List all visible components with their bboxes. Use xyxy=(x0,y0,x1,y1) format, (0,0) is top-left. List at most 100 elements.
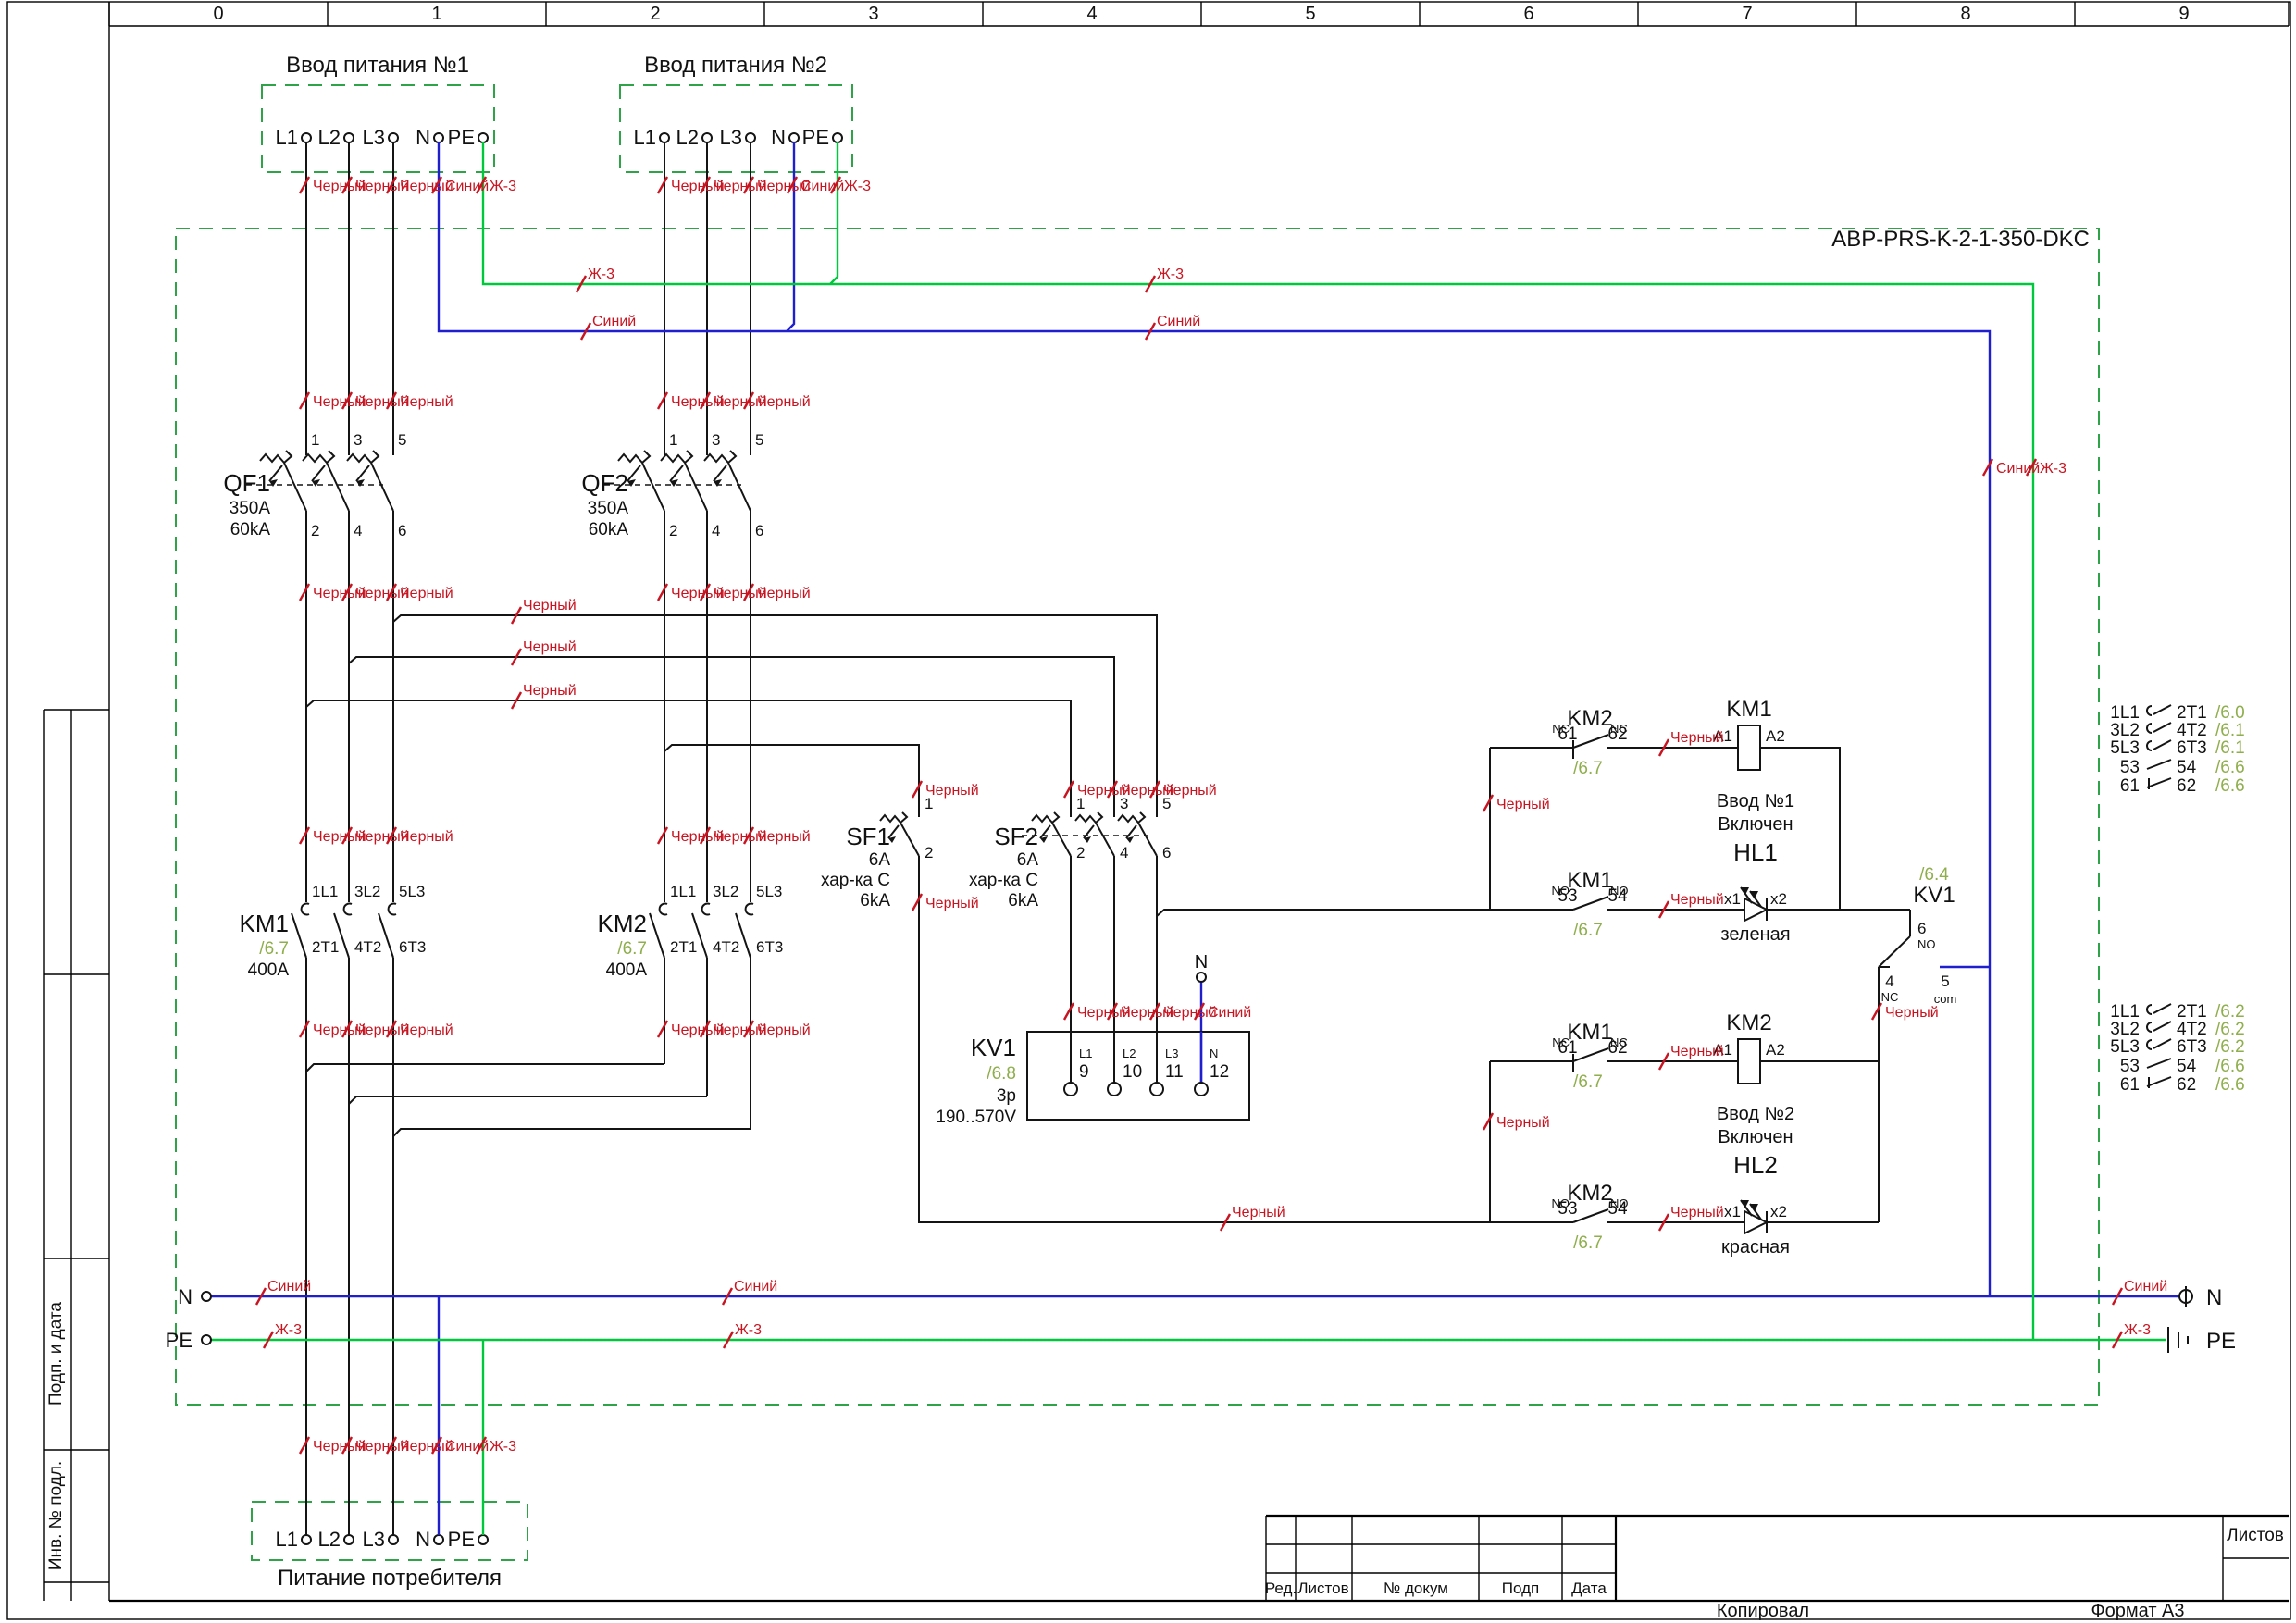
terminal-label: L2 xyxy=(318,1528,341,1551)
relay-contact-name: KV1 xyxy=(1913,883,1955,908)
wire-color-label: Черный xyxy=(1670,1044,1724,1059)
sf2-icu: 6kA xyxy=(1008,891,1038,911)
ruler-number: 9 xyxy=(2178,4,2189,24)
sf1-curve: хар-ка C xyxy=(821,871,890,890)
wire-color-label: Черный xyxy=(1496,797,1550,812)
sf2-curve: хар-ка C xyxy=(969,871,1038,890)
km1-ref: /6.7 xyxy=(259,939,289,959)
kv1-range: 190..570V xyxy=(936,1108,1016,1127)
xref-contact-icon xyxy=(2146,704,2172,716)
wire-mark-slash xyxy=(656,1020,669,1038)
wire-mark-slash xyxy=(656,391,669,410)
xref-right-pin: 62 xyxy=(2177,1075,2196,1095)
wire-color-label: Черный xyxy=(757,394,811,410)
input-block-1: Ввод питания №1 L1 L2 L3 N PE xyxy=(261,53,495,173)
km1-rating: 400A xyxy=(248,960,290,980)
pin: 3L2 xyxy=(354,883,380,900)
xref-sheet-ref: /6.2 xyxy=(2215,1037,2245,1057)
format-label: Формат А3 xyxy=(2091,1601,2184,1621)
ctrl-branch-c: KM1 NC NC 61 62 /6.7 KM2 A1 A2 xyxy=(1552,1010,1785,1092)
wire-color-label: Ж-3 xyxy=(2124,1322,2151,1338)
ruler-number: 0 xyxy=(213,4,223,24)
pin: 62 xyxy=(1607,725,1627,744)
wire-mark-slash xyxy=(656,583,669,601)
wire-color-label: Ж-3 xyxy=(588,266,614,282)
wire-color-label: Ж-3 xyxy=(275,1322,302,1338)
pin: 53 xyxy=(1558,1199,1577,1219)
ground-icon xyxy=(2167,1327,2189,1353)
coil-name: KM1 xyxy=(1726,697,1771,722)
contactor-km1-power: KM1 /6.7 400A 1L1 3L2 5L3 2T1 4T2 6T3 xyxy=(240,883,427,980)
pin: 5 xyxy=(398,431,406,449)
wire-color-label: Ж-3 xyxy=(2040,461,2066,477)
wire-color-label: Черный xyxy=(400,1022,453,1038)
bus-n-left: N xyxy=(178,1285,192,1308)
xref-contact-icon xyxy=(2146,1003,2172,1015)
wire-color-label: Синий xyxy=(267,1279,311,1295)
wire-color-label: Черный xyxy=(523,683,577,699)
xref-sheet-ref: /6.2 xyxy=(2215,1002,2245,1022)
xref-contact-icon xyxy=(2146,722,2172,734)
wire-color-label: Черный xyxy=(1232,1205,1285,1220)
sf2-rating: 6A xyxy=(1017,850,1039,870)
pin: 9 xyxy=(1079,1062,1089,1082)
xref-sheet-ref: /6.2 xyxy=(2215,1020,2245,1039)
pin: 11 xyxy=(1165,1062,1184,1082)
contact-kind: NC xyxy=(1881,990,1899,1004)
lamp-caption: Включен xyxy=(1718,814,1793,835)
wire-color-label: Синий xyxy=(592,314,636,329)
wire-mark-slash xyxy=(1062,1002,1075,1021)
qf2-icu: 60kA xyxy=(589,520,629,539)
coil-name: KM2 xyxy=(1726,1010,1771,1035)
pin: 1 xyxy=(669,431,677,449)
xref-contact-icon xyxy=(2146,1021,2172,1033)
qf2-rating: 350A xyxy=(588,499,629,518)
n-node-label: N xyxy=(1195,952,1208,973)
wire-color-label: Ж-3 xyxy=(490,1439,516,1455)
kv1-poles: 3p xyxy=(997,1086,1016,1106)
pin: x1 xyxy=(1724,890,1741,908)
wire-mark-slash xyxy=(298,176,311,194)
xref-contact-icon xyxy=(2146,1076,2172,1088)
contact-cross-references: 1L1 2T1/6.0 3L2 4T2/6.1 5L3 6T3/6.1 53 54/6.6 61… xyxy=(2110,703,2244,1095)
xref-left-pin: 53 xyxy=(2120,1057,2140,1076)
xref-contact-icon xyxy=(2146,739,2172,751)
pin: A2 xyxy=(1766,1041,1785,1059)
xref-contact-icon xyxy=(2146,1058,2172,1069)
wire-mark-slash xyxy=(1482,794,1495,812)
pin: 61 xyxy=(1558,1038,1577,1058)
ruler-strip: 0 1 2 3 4 5 6 7 8 9 xyxy=(108,2,2290,26)
terminal-label: L2 xyxy=(318,126,341,149)
ruler-number: 1 xyxy=(431,4,441,24)
pin: 4 xyxy=(1885,973,1893,990)
phase-wires xyxy=(305,142,1490,1535)
ruler-number: 4 xyxy=(1086,4,1097,24)
input-block-2: Ввод питания №2 L1 L2 L3 N PE xyxy=(619,53,853,173)
enclosure-label: ABP-PRS-K-2-1-350-DKC xyxy=(1831,227,2090,252)
xref-left-pin: 61 xyxy=(2120,776,2140,796)
pin: 5 xyxy=(755,431,763,449)
ctrl-branch-b: KM1 NO NO 53 54 /6.7 Ввод №1 Включен HL1… xyxy=(1552,791,1795,945)
wire-color-label: Черный xyxy=(400,829,453,845)
pin: 6 xyxy=(1917,920,1926,937)
xref-contact-icon xyxy=(2146,759,2172,770)
pin: 4T2 xyxy=(713,938,739,956)
xref-sheet-ref: /6.6 xyxy=(2215,776,2245,796)
xref-right-pin: 62 xyxy=(2177,776,2196,796)
wire-mark-slash xyxy=(1870,1002,1883,1021)
output-title: Питание потребителя xyxy=(278,1566,502,1591)
pin: x1 xyxy=(1724,1203,1741,1220)
wire-mark-slash xyxy=(656,176,669,194)
wire-color-label: Черный xyxy=(523,598,577,613)
pin: 2 xyxy=(925,844,933,861)
wire-color-label: Ж-3 xyxy=(490,179,516,194)
title-block: Ред. Листов № докум Подп Дата Листов Коп… xyxy=(1265,1514,2289,1621)
terminal-label: L2 xyxy=(676,126,699,149)
lamp-name: HL2 xyxy=(1733,1151,1778,1179)
kv1-ref: /6.8 xyxy=(987,1064,1016,1084)
lamp-caption: Включен xyxy=(1718,1127,1793,1147)
kv1-name: KV1 xyxy=(971,1034,1016,1061)
ctrl-branch-d: KM2 NO NO 53 54 /6.7 Ввод №2 Включен HL2… xyxy=(1552,1104,1795,1258)
schematic-sheet: 0123456789 Подп. и дата Инв. № подл. Ред… xyxy=(0,0,2296,1623)
pin: 3 xyxy=(712,431,720,449)
